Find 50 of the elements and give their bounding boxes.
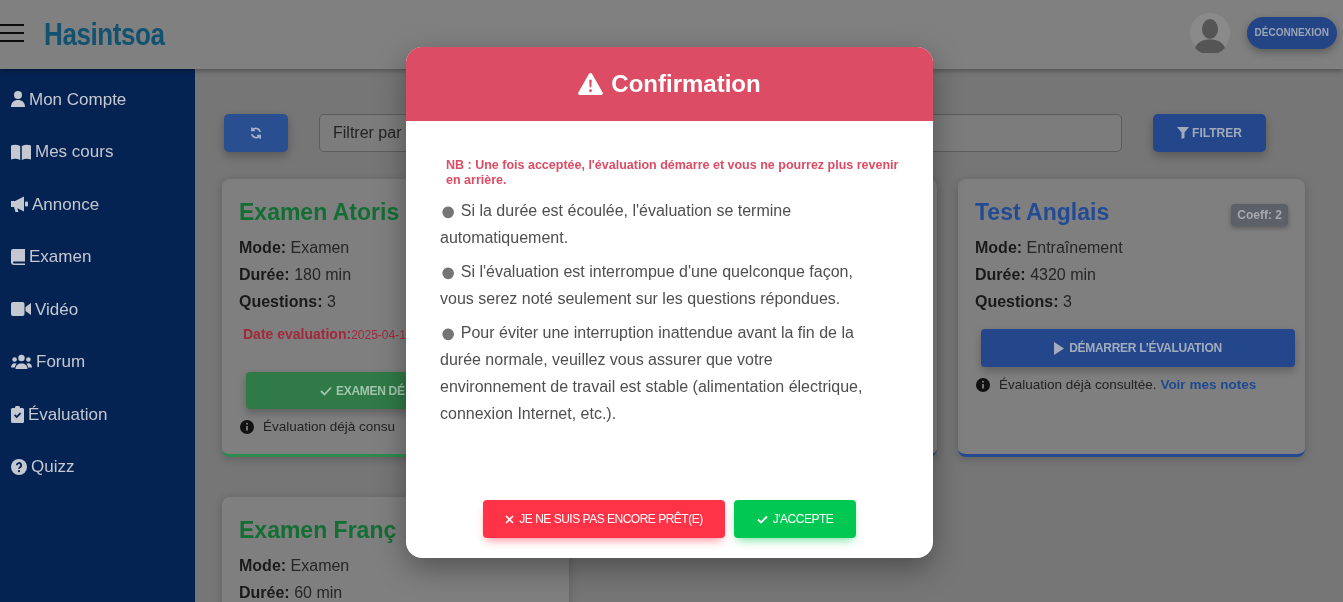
megaphone-icon xyxy=(11,196,28,213)
person-icon xyxy=(11,91,25,108)
detail-text: Durée: 180 min xyxy=(239,265,352,285)
card-title: Test Anglais xyxy=(975,198,1110,227)
clipboard-check-icon xyxy=(11,405,24,423)
modal-title: Confirmation xyxy=(611,69,761,99)
check-icon xyxy=(320,385,332,396)
detail-text: Durée: 4320 min xyxy=(975,265,1096,285)
detail-text: Questions: 3 xyxy=(239,292,336,312)
detail-text: Questions: 3 xyxy=(975,292,1072,312)
logout-button[interactable]: DÉCONNEXION xyxy=(1246,16,1337,49)
logo: Hasintsoa xyxy=(44,16,165,53)
card-title: Examen Atoris xyxy=(239,198,400,227)
dialog-button[interactable]: JE NE SUIS PAS ENCORE PRÊT(E) xyxy=(483,500,725,538)
help-icon xyxy=(11,458,27,475)
filter-button[interactable]: FILTRER xyxy=(1153,114,1266,152)
detail-text: Mode: Entraînement xyxy=(975,238,1123,258)
sidebar-item[interactable]: Forum xyxy=(11,349,86,375)
coefficient-badge: Coeff: 2 xyxy=(1231,203,1288,226)
check-icon xyxy=(756,514,768,524)
warning-icon xyxy=(578,73,604,95)
video-camera-icon xyxy=(11,302,31,317)
info-icon xyxy=(976,378,990,392)
sidebar-item[interactable]: Annonce xyxy=(11,191,100,217)
refresh-icon xyxy=(250,127,262,139)
people-icon xyxy=(11,353,32,370)
avatar-icon[interactable] xyxy=(1189,13,1230,53)
info-icon xyxy=(240,420,254,434)
warning-note: NB : Une fois acceptée, l'évaluation démarre et vous ne pourrez plus revenir en arrière. xyxy=(446,158,900,188)
sidebar-item[interactable]: Examen xyxy=(11,244,92,270)
menu-icon[interactable] xyxy=(0,23,24,42)
info-text: Évaluation déjà consultée. Voir mes notes xyxy=(999,375,1257,394)
evaluation-button[interactable]: DÉMARRER L’ÉVALUATION xyxy=(981,329,1295,367)
detail-text: Durée: 60 min xyxy=(239,583,343,602)
refresh-button[interactable] xyxy=(224,114,288,152)
detail-text: Mode: Examen xyxy=(239,238,350,258)
card-title: Examen Franç xyxy=(239,516,397,545)
date-text: Date evaluation:2025-04-1 xyxy=(243,325,406,344)
sidebar-item[interactable]: Mes cours xyxy=(11,139,114,165)
close-icon xyxy=(505,514,515,524)
sidebar-item[interactable]: Quizz xyxy=(11,454,75,480)
sidebar-item[interactable]: Mon Compte xyxy=(11,86,127,112)
open-book-icon xyxy=(11,143,31,160)
filter-icon xyxy=(1177,127,1190,139)
info-text: Évaluation déjà consu xyxy=(263,417,396,436)
detail-text: Mode: Examen xyxy=(239,556,350,576)
sidebar-item[interactable]: Évaluation xyxy=(11,401,108,427)
book-icon xyxy=(11,248,25,265)
play-icon xyxy=(1054,341,1065,355)
sidebar-item[interactable]: Vidéo xyxy=(11,296,79,322)
